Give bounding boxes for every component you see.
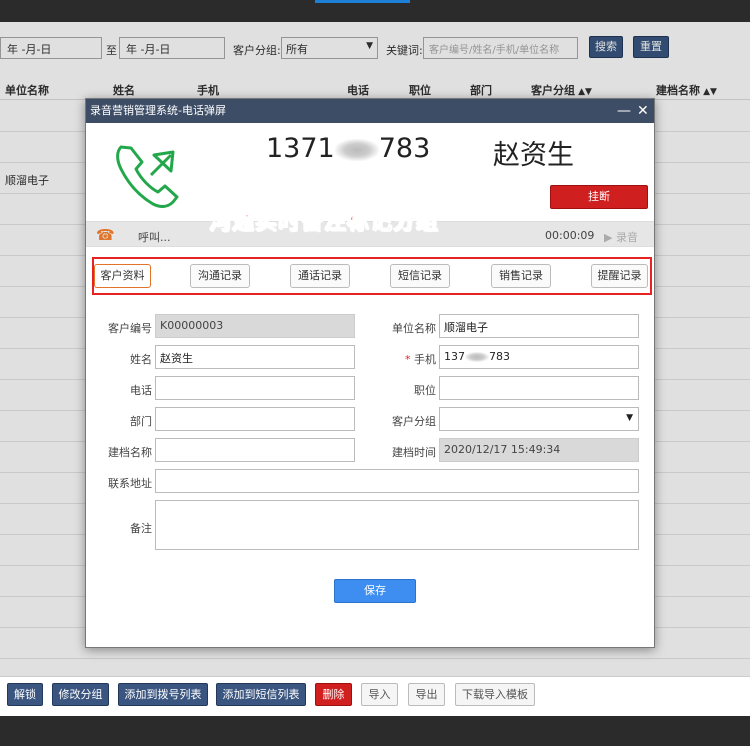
- phone-suffix: 783: [378, 133, 431, 164]
- department-label: 部门: [130, 415, 152, 428]
- unlock-button[interactable]: 解锁: [7, 683, 43, 706]
- customer-id-label: 客户编号: [108, 322, 152, 335]
- position-field[interactable]: [439, 376, 639, 400]
- hangup-button[interactable]: 挂断: [550, 185, 648, 209]
- position-label: 职位: [414, 384, 436, 397]
- dialog-tabs: 客户资料 沟通记录 通话记录 短信记录 销售记录 提醒记录: [92, 257, 652, 295]
- mobile-field[interactable]: 137 783: [439, 345, 639, 369]
- customer-id-field: K00000003: [155, 314, 355, 338]
- masked-digits: [334, 138, 379, 161]
- archive-time-field: 2020/12/17 15:49:34: [439, 438, 639, 462]
- remark-label: 备注: [130, 522, 152, 535]
- play-icon: ▶: [604, 231, 613, 244]
- mobile-prefix: 137: [444, 350, 465, 363]
- caller-name: 赵资生: [493, 140, 574, 171]
- bottom-bar: [0, 716, 750, 746]
- tab-sales-records[interactable]: 销售记录: [491, 264, 551, 288]
- phone-field[interactable]: [155, 376, 355, 400]
- mobile-label-text: 手机: [414, 353, 436, 366]
- chevron-down-icon: ▼: [626, 413, 633, 423]
- group-select[interactable]: ▼: [439, 407, 639, 431]
- download-template-button[interactable]: 下载导入模板: [455, 683, 535, 706]
- phone-prefix: 1371: [266, 133, 335, 164]
- add-to-sms-list-button[interactable]: 添加到短信列表: [216, 683, 306, 706]
- mobile-label: * 手机: [370, 351, 436, 367]
- address-field[interactable]: [155, 469, 639, 493]
- record-button[interactable]: ▶ 录音: [604, 229, 638, 245]
- tab-communication-records[interactable]: 沟通记录: [190, 264, 250, 288]
- modify-group-button[interactable]: 修改分组: [52, 683, 109, 706]
- company-field[interactable]: 顺溜电子: [439, 314, 639, 338]
- phone-label: 电话: [130, 384, 152, 397]
- import-button[interactable]: 导入: [361, 683, 398, 706]
- call-popup-dialog: 录音营销管理系统-电话弹屏 — ✕ 1371 783 赵资生 挂断 ☎ 呼叫...…: [85, 98, 655, 648]
- record-label: 录音: [615, 231, 638, 244]
- company-label: 单位名称: [392, 322, 436, 335]
- add-to-dial-list-button[interactable]: 添加到拨号列表: [118, 683, 208, 706]
- call-timer: 00:00:09: [545, 229, 595, 242]
- delete-button[interactable]: 删除: [315, 683, 352, 706]
- department-field[interactable]: [155, 407, 355, 431]
- annotation-overlay-text: 沟通实时备注标记分组: [208, 210, 440, 236]
- address-label: 联系地址: [108, 477, 152, 490]
- close-icon[interactable]: ✕: [637, 99, 649, 123]
- call-state: 呼叫...: [138, 231, 171, 244]
- dialog-title-bar: 录音营销管理系统-电话弹屏 — ✕: [86, 99, 654, 123]
- top-bar: [0, 0, 750, 22]
- remark-textarea[interactable]: [155, 500, 639, 550]
- archive-time-label: 建档时间: [392, 446, 436, 459]
- tab-reminder-records[interactable]: 提醒记录: [591, 264, 648, 288]
- tab-sms-records[interactable]: 短信记录: [390, 264, 450, 288]
- group-label: 客户分组: [392, 415, 436, 428]
- name-label: 姓名: [130, 353, 152, 366]
- customer-form: 客户编号 K00000003 单位名称 顺溜电子 姓名 赵资生 * 手机 137…: [86, 295, 654, 625]
- minimize-icon[interactable]: —: [617, 99, 631, 123]
- masked-digits: [465, 352, 489, 362]
- caller-phone-number: 1371 783: [266, 133, 430, 164]
- bottom-toolbar: 解锁 修改分组 添加到拨号列表 添加到短信列表 删除 导入 导出 下载导入模板: [0, 676, 750, 716]
- incoming-call-icon: [116, 145, 179, 208]
- archive-name-field[interactable]: [155, 438, 355, 462]
- mobile-suffix: 783: [489, 350, 510, 363]
- top-accent-bar: [315, 0, 410, 3]
- export-button[interactable]: 导出: [408, 683, 445, 706]
- phone-icon: ☎: [96, 226, 115, 244]
- tab-customer-info[interactable]: 客户资料: [94, 264, 151, 288]
- archive-name-label: 建档名称: [108, 446, 152, 459]
- save-button[interactable]: 保存: [334, 579, 416, 603]
- name-field[interactable]: 赵资生: [155, 345, 355, 369]
- required-icon: *: [405, 353, 414, 366]
- dialog-title: 录音营销管理系统-电话弹屏: [90, 104, 226, 117]
- tab-call-records[interactable]: 通话记录: [290, 264, 350, 288]
